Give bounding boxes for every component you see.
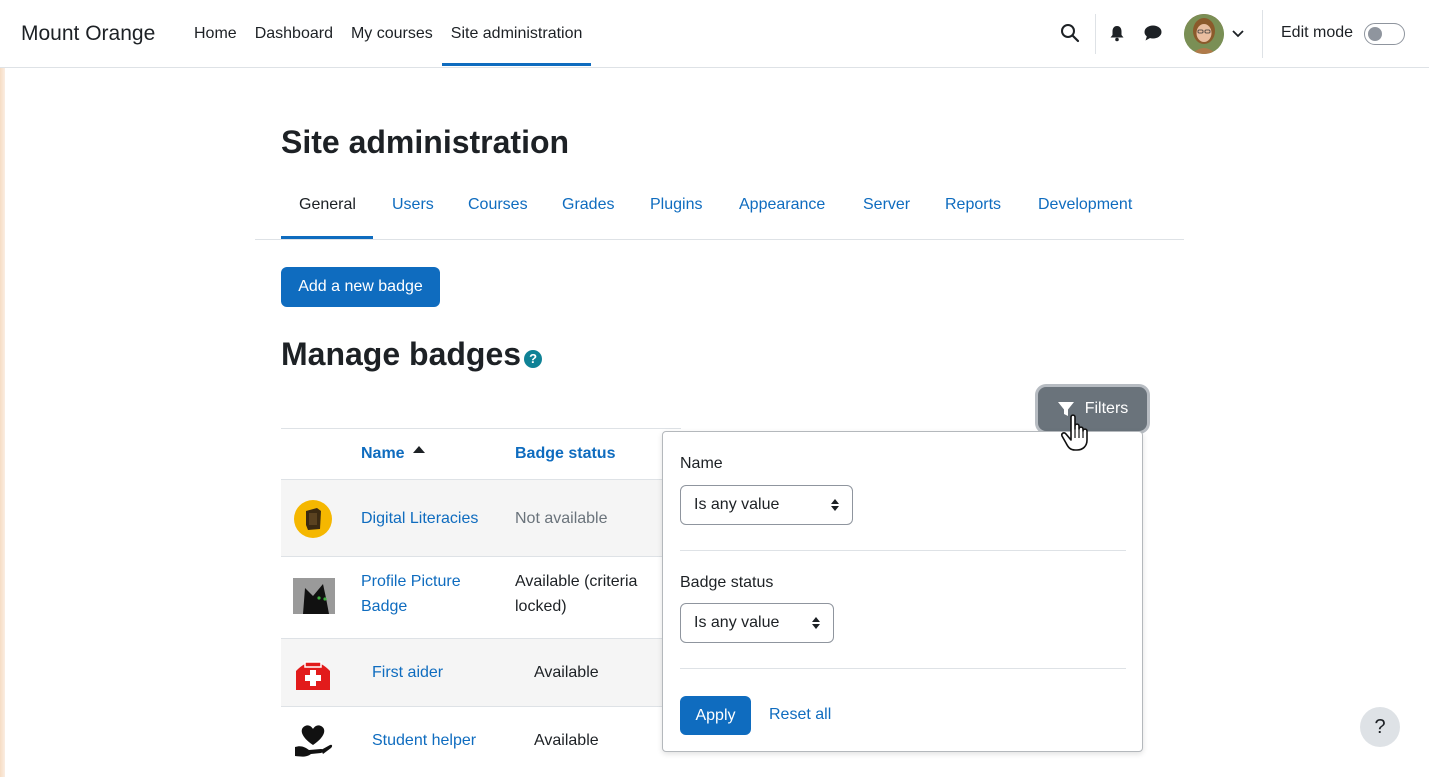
profile-picture-badge-icon xyxy=(293,578,335,619)
badge-name-link[interactable]: Profile Picture Badge xyxy=(361,569,501,619)
search-icon[interactable] xyxy=(1057,20,1083,46)
badge-status: Available xyxy=(534,664,599,681)
sort-ascending-icon xyxy=(413,446,426,453)
navbar-divider xyxy=(1262,10,1263,58)
filters-dropdown-panel: Name Is any value Badge status Is any va… xyxy=(662,431,1143,752)
column-header-name[interactable]: Name xyxy=(361,445,426,463)
badge-name-link[interactable]: Digital Literacies xyxy=(361,506,478,531)
edit-mode-label: Edit mode xyxy=(1281,24,1354,41)
bell-icon[interactable] xyxy=(1106,22,1128,44)
badge-name-link[interactable]: Student helper xyxy=(372,728,476,753)
edit-mode-toggle[interactable] xyxy=(1364,23,1405,45)
column-name-label: Name xyxy=(361,445,405,462)
tab-reports[interactable]: Reports xyxy=(945,196,1001,214)
digital-literacies-badge-icon xyxy=(293,499,333,544)
badge-name-link[interactable]: First aider xyxy=(372,660,443,685)
hand-pointer-cursor-icon xyxy=(1060,413,1094,458)
badge-status: Available xyxy=(534,732,599,749)
filter-name-operator-select[interactable]: Is any value xyxy=(680,485,853,525)
filter-badge-status-label: Badge status xyxy=(680,574,774,591)
tab-users[interactable]: Users xyxy=(392,196,434,214)
chevron-down-icon[interactable] xyxy=(1230,26,1246,42)
section-title-text: Manage badges xyxy=(281,336,522,372)
active-tab-indicator xyxy=(281,236,373,239)
reset-all-link[interactable]: Reset all xyxy=(769,706,831,724)
nav-my-courses[interactable]: My courses xyxy=(342,0,442,68)
tab-development[interactable]: Development xyxy=(1038,196,1132,214)
student-helper-badge-icon xyxy=(293,723,333,764)
help-icon[interactable]: ? xyxy=(524,349,543,368)
table-row: First aider Available xyxy=(281,639,681,707)
tab-general[interactable]: General xyxy=(299,196,356,214)
admin-tabs: General Users Courses Grades Plugins App… xyxy=(255,184,1184,240)
tab-server[interactable]: Server xyxy=(863,196,910,214)
filter-name-operator-value: Is any value xyxy=(694,496,780,513)
avatar[interactable] xyxy=(1184,14,1224,54)
select-caret-icon xyxy=(812,617,820,629)
first-aider-badge-icon xyxy=(293,653,333,698)
primary-navigation: Home Dashboard My courses Site administr… xyxy=(185,0,592,68)
help-button[interactable]: ? xyxy=(1360,707,1400,747)
add-badge-button[interactable]: Add a new badge xyxy=(281,267,440,307)
table-row: Digital Literacies Not available xyxy=(281,480,681,557)
chat-icon[interactable] xyxy=(1141,22,1165,44)
filter-badge-status-operator-select[interactable]: Is any value xyxy=(680,603,834,643)
toggle-knob xyxy=(1368,27,1382,41)
nav-site-administration[interactable]: Site administration xyxy=(441,0,592,68)
select-caret-icon xyxy=(831,499,839,511)
site-brand[interactable]: Mount Orange xyxy=(21,22,155,46)
tab-appearance[interactable]: Appearance xyxy=(739,196,825,214)
tab-plugins[interactable]: Plugins xyxy=(650,196,702,214)
filter-divider xyxy=(680,550,1126,551)
filter-badge-status-operator-value: Is any value xyxy=(694,614,780,631)
nav-dashboard[interactable]: Dashboard xyxy=(246,0,342,68)
badge-status: Available (criteria locked) xyxy=(515,573,638,615)
apply-filters-button[interactable]: Apply xyxy=(680,696,751,735)
tab-courses[interactable]: Courses xyxy=(468,196,528,214)
badge-status: Not available xyxy=(515,510,608,527)
filter-name-label: Name xyxy=(680,455,723,472)
top-navbar: Mount Orange Home Dashboard My courses S… xyxy=(0,0,1429,68)
page-title: Site administration xyxy=(281,124,570,160)
table-row: Student helper Available xyxy=(281,707,681,777)
window-edge xyxy=(0,0,5,777)
nav-home[interactable]: Home xyxy=(185,0,246,68)
filter-divider xyxy=(680,668,1126,669)
column-header-badge-status[interactable]: Badge status xyxy=(515,445,615,463)
table-header: Name Badge status xyxy=(281,428,681,480)
navbar-divider xyxy=(1095,14,1096,54)
tab-grades[interactable]: Grades xyxy=(562,196,614,214)
manage-badges-heading: Manage badges ? xyxy=(281,336,543,373)
table-row: Profile Picture Badge Available (criteri… xyxy=(281,557,681,639)
